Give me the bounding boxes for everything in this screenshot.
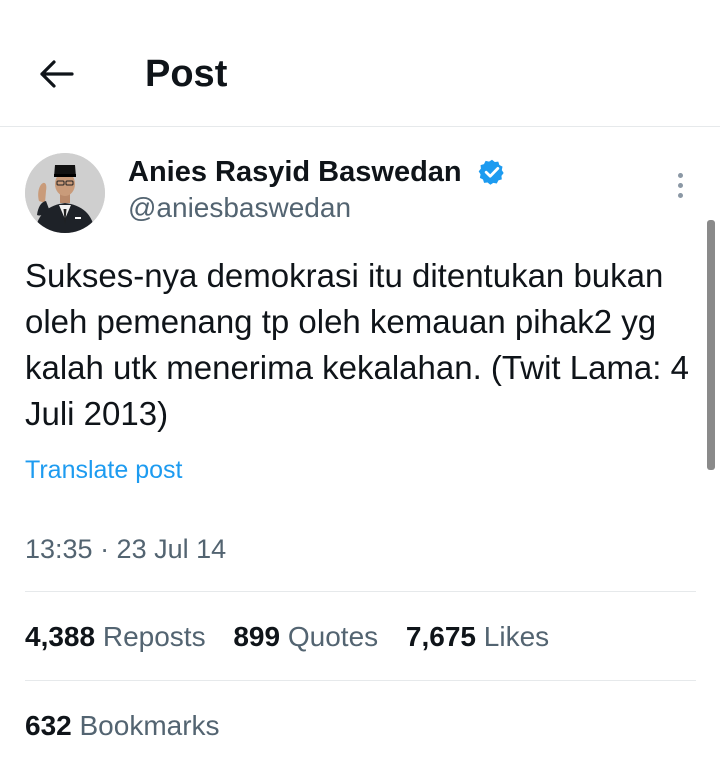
bookmarks-stat[interactable]: 632 Bookmarks bbox=[25, 710, 220, 741]
more-dot bbox=[677, 182, 683, 188]
divider bbox=[25, 591, 696, 592]
likes-label: Likes bbox=[483, 621, 550, 652]
more-dot bbox=[677, 192, 683, 198]
profile-photo bbox=[25, 153, 105, 233]
translate-post-link[interactable]: Translate post bbox=[25, 455, 182, 485]
likes-stat[interactable]: 7,675 Likes bbox=[406, 621, 549, 652]
quotes-label: Quotes bbox=[287, 621, 379, 652]
author-handle[interactable]: @aniesbaswedan bbox=[128, 192, 351, 224]
verified-badge-icon bbox=[478, 159, 504, 185]
likes-count: 7,675 bbox=[405, 621, 476, 652]
quotes-stat[interactable]: 899 Quotes bbox=[233, 621, 378, 652]
bookmarks-count: 632 bbox=[25, 710, 72, 741]
reposts-count: 4,388 bbox=[25, 621, 96, 652]
post-text: Sukses-nya demokrasi itu ditentukan buka… bbox=[25, 257, 689, 432]
arrow-left-icon bbox=[40, 60, 74, 88]
top-bar: Post bbox=[0, 0, 720, 127]
page-title: Post bbox=[145, 53, 228, 95]
author-name[interactable]: Anies Rasyid Baswedan bbox=[128, 155, 462, 189]
more-dot bbox=[677, 172, 683, 178]
reposts-label: Reposts bbox=[102, 621, 206, 652]
bookmarks-label: Bookmarks bbox=[79, 710, 220, 741]
quotes-count: 899 bbox=[233, 621, 281, 652]
scrollbar[interactable] bbox=[707, 220, 715, 470]
avatar[interactable] bbox=[25, 153, 105, 233]
bookmarks-row: 632 Bookmarks bbox=[25, 709, 240, 743]
reposts-stat[interactable]: 4,388 Reposts bbox=[25, 621, 206, 652]
back-button[interactable] bbox=[30, 48, 82, 100]
post-timestamp[interactable]: 13:35 · 23 Jul 14 bbox=[25, 533, 226, 565]
divider bbox=[25, 680, 696, 681]
engagement-stats: 4,388 Reposts 899 Quotes 7,675 Likes bbox=[25, 620, 569, 654]
more-options-icon[interactable] bbox=[665, 168, 695, 202]
